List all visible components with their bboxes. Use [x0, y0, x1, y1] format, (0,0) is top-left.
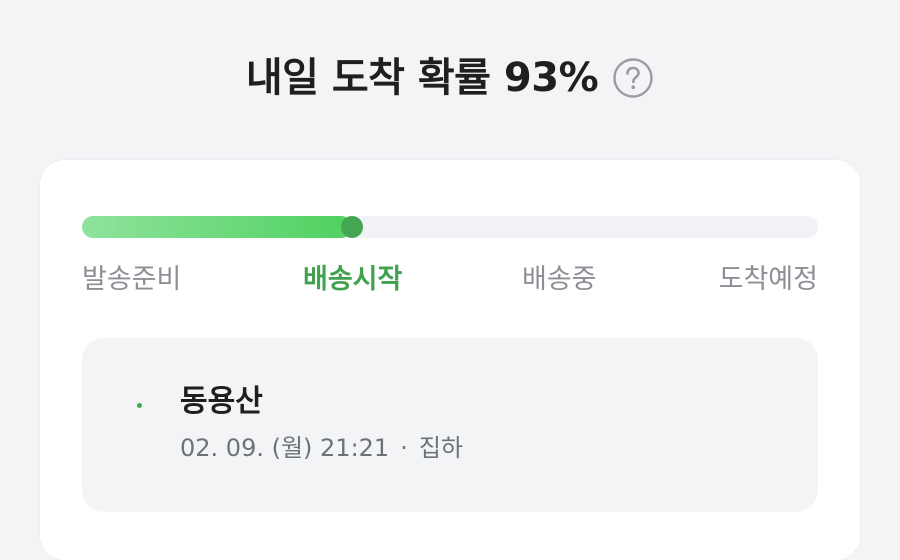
- tracking-status: 집하: [418, 434, 464, 462]
- step-in-transit: 배송중: [522, 264, 597, 295]
- page-title: 내일 도착 확률 93%: [245, 55, 599, 101]
- delivery-progress-bar: [82, 216, 818, 238]
- progress-fill: [82, 216, 353, 238]
- step-preparing: 발송준비: [82, 264, 182, 295]
- question-circle-icon[interactable]: [612, 57, 654, 99]
- tracking-separator: ·: [400, 434, 408, 462]
- progress-knob: [341, 216, 364, 238]
- delivery-steps: 발송준비 배송시작 배송중 도착예정: [40, 260, 860, 300]
- header: 내일 도착 확률 93%: [0, 48, 900, 108]
- step-arrival-expected: 도착예정: [718, 264, 818, 295]
- tracking-location: 동용산: [180, 384, 263, 419]
- delivery-card: 발송준비 배송시작 배송중 도착예정 동용산 02. 09. (월) 21:21…: [40, 160, 860, 560]
- status-dot-icon: [137, 403, 142, 408]
- tracking-datetime: 02. 09. (월) 21:21: [180, 434, 390, 462]
- tracking-log: 동용산 02. 09. (월) 21:21 · 집하: [82, 338, 818, 512]
- step-shipping-started: 배송시작: [303, 264, 403, 295]
- tracking-detail: 02. 09. (월) 21:21 · 집하: [180, 430, 463, 466]
